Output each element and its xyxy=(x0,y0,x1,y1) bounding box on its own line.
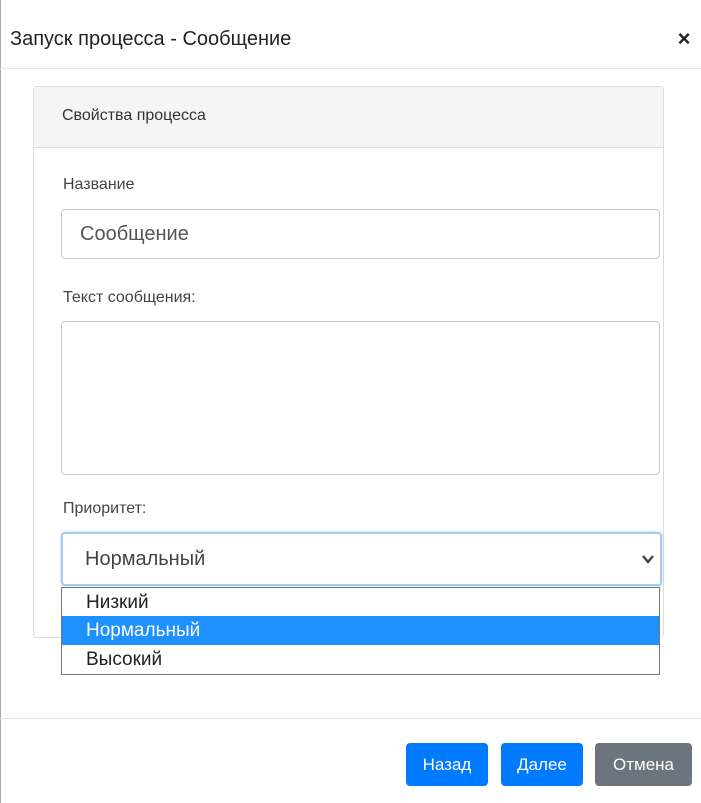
priority-select[interactable]: Нормальный xyxy=(61,532,662,586)
chevron-down-icon xyxy=(642,555,654,564)
dialog-header: Запуск процесса - Сообщение × xyxy=(0,0,701,69)
message-textarea[interactable] xyxy=(61,321,660,475)
next-button[interactable]: Далее xyxy=(501,743,583,786)
back-button[interactable]: Назад xyxy=(406,743,488,786)
close-icon[interactable]: × xyxy=(674,28,694,50)
dialog-title: Запуск процесса - Сообщение xyxy=(10,28,292,50)
priority-option-normal[interactable]: Нормальный xyxy=(62,616,659,645)
cancel-button[interactable]: Отмена xyxy=(595,743,692,786)
panel-title: Свойства процесса xyxy=(62,107,206,124)
name-label: Название xyxy=(63,176,135,193)
priority-dropdown-list: Низкий Нормальный Высокий xyxy=(61,587,660,675)
priority-selected-value: Нормальный xyxy=(85,548,206,570)
dialog-border xyxy=(0,0,1,803)
priority-option-high[interactable]: Высокий xyxy=(62,645,659,674)
message-label: Текст сообщения: xyxy=(63,289,196,306)
name-input[interactable]: Сообщение xyxy=(61,209,660,259)
priority-label: Приоритет: xyxy=(63,500,147,517)
priority-option-low[interactable]: Низкий xyxy=(62,588,659,617)
process-start-dialog: Запуск процесса - Сообщение × Свойства п… xyxy=(0,0,701,803)
footer-divider xyxy=(0,718,701,719)
panel-header: Свойства процесса xyxy=(34,87,663,148)
